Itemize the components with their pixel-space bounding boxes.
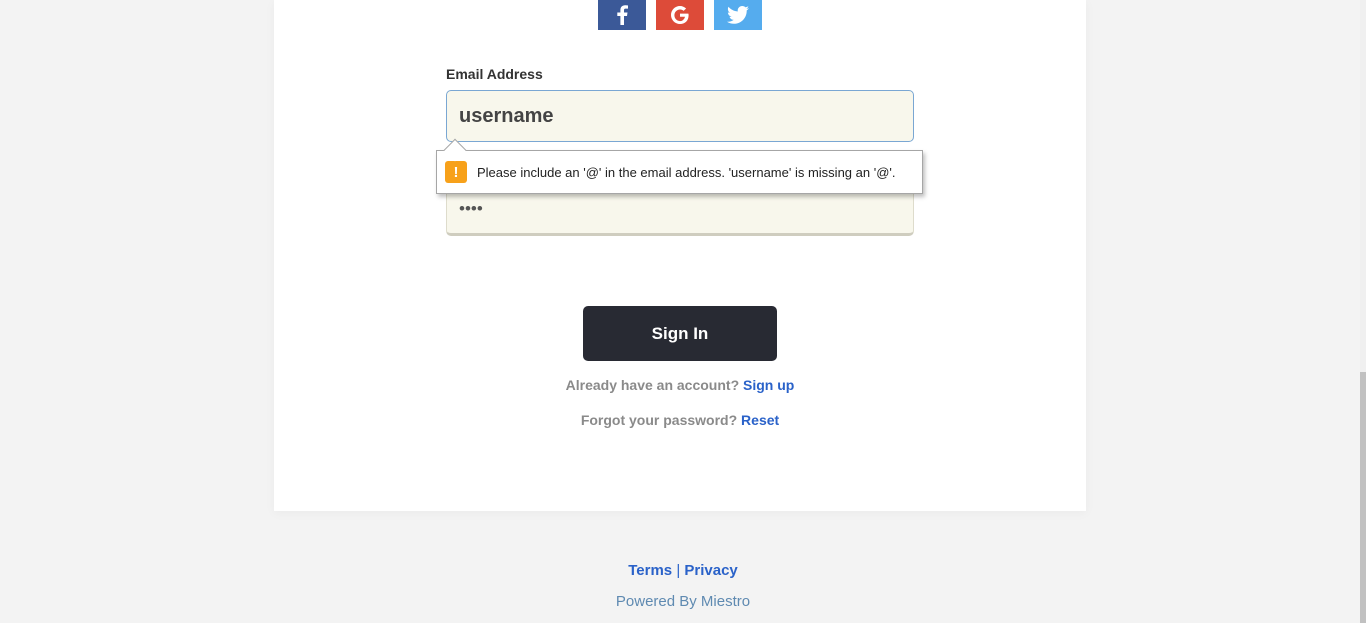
validation-tooltip: ! Please include an '@' in the email add…	[436, 138, 923, 194]
powered-by-text: Powered By Miestro	[615, 593, 751, 610]
google-icon	[671, 6, 689, 24]
footer-links: Terms | Privacy	[0, 562, 1366, 579]
email-field[interactable]	[446, 90, 914, 142]
forgot-prompt-text: Forgot your password?	[580, 412, 738, 428]
tooltip-arrow	[443, 138, 467, 162]
footer-separator: |	[676, 562, 681, 579]
email-label: Email Address	[446, 66, 543, 82]
google-login-button[interactable]	[656, 0, 704, 30]
forgot-prompt: Forgot your password? Reset	[274, 412, 1086, 428]
privacy-link[interactable]: Privacy	[684, 562, 737, 579]
twitter-login-button[interactable]	[714, 0, 762, 30]
facebook-icon	[617, 5, 628, 25]
warning-icon: !	[445, 161, 467, 183]
account-prompt-text: Already have an account?	[565, 377, 740, 393]
signup-prompt: Already have an account? Sign up	[274, 377, 1086, 393]
twitter-icon	[727, 6, 749, 24]
page-scrollbar[interactable]	[1360, 0, 1366, 623]
facebook-login-button[interactable]	[598, 0, 646, 30]
scrollbar-thumb[interactable]	[1360, 372, 1366, 623]
sign-up-link[interactable]: Sign up	[743, 377, 794, 393]
reset-link[interactable]: Reset	[741, 412, 779, 428]
terms-link[interactable]: Terms	[628, 562, 672, 579]
login-card: Email Address ! Please include an '@' in…	[274, 0, 1086, 511]
validation-message: Please include an '@' in the email addre…	[477, 164, 896, 180]
sign-in-button[interactable]: Sign In	[583, 306, 777, 361]
